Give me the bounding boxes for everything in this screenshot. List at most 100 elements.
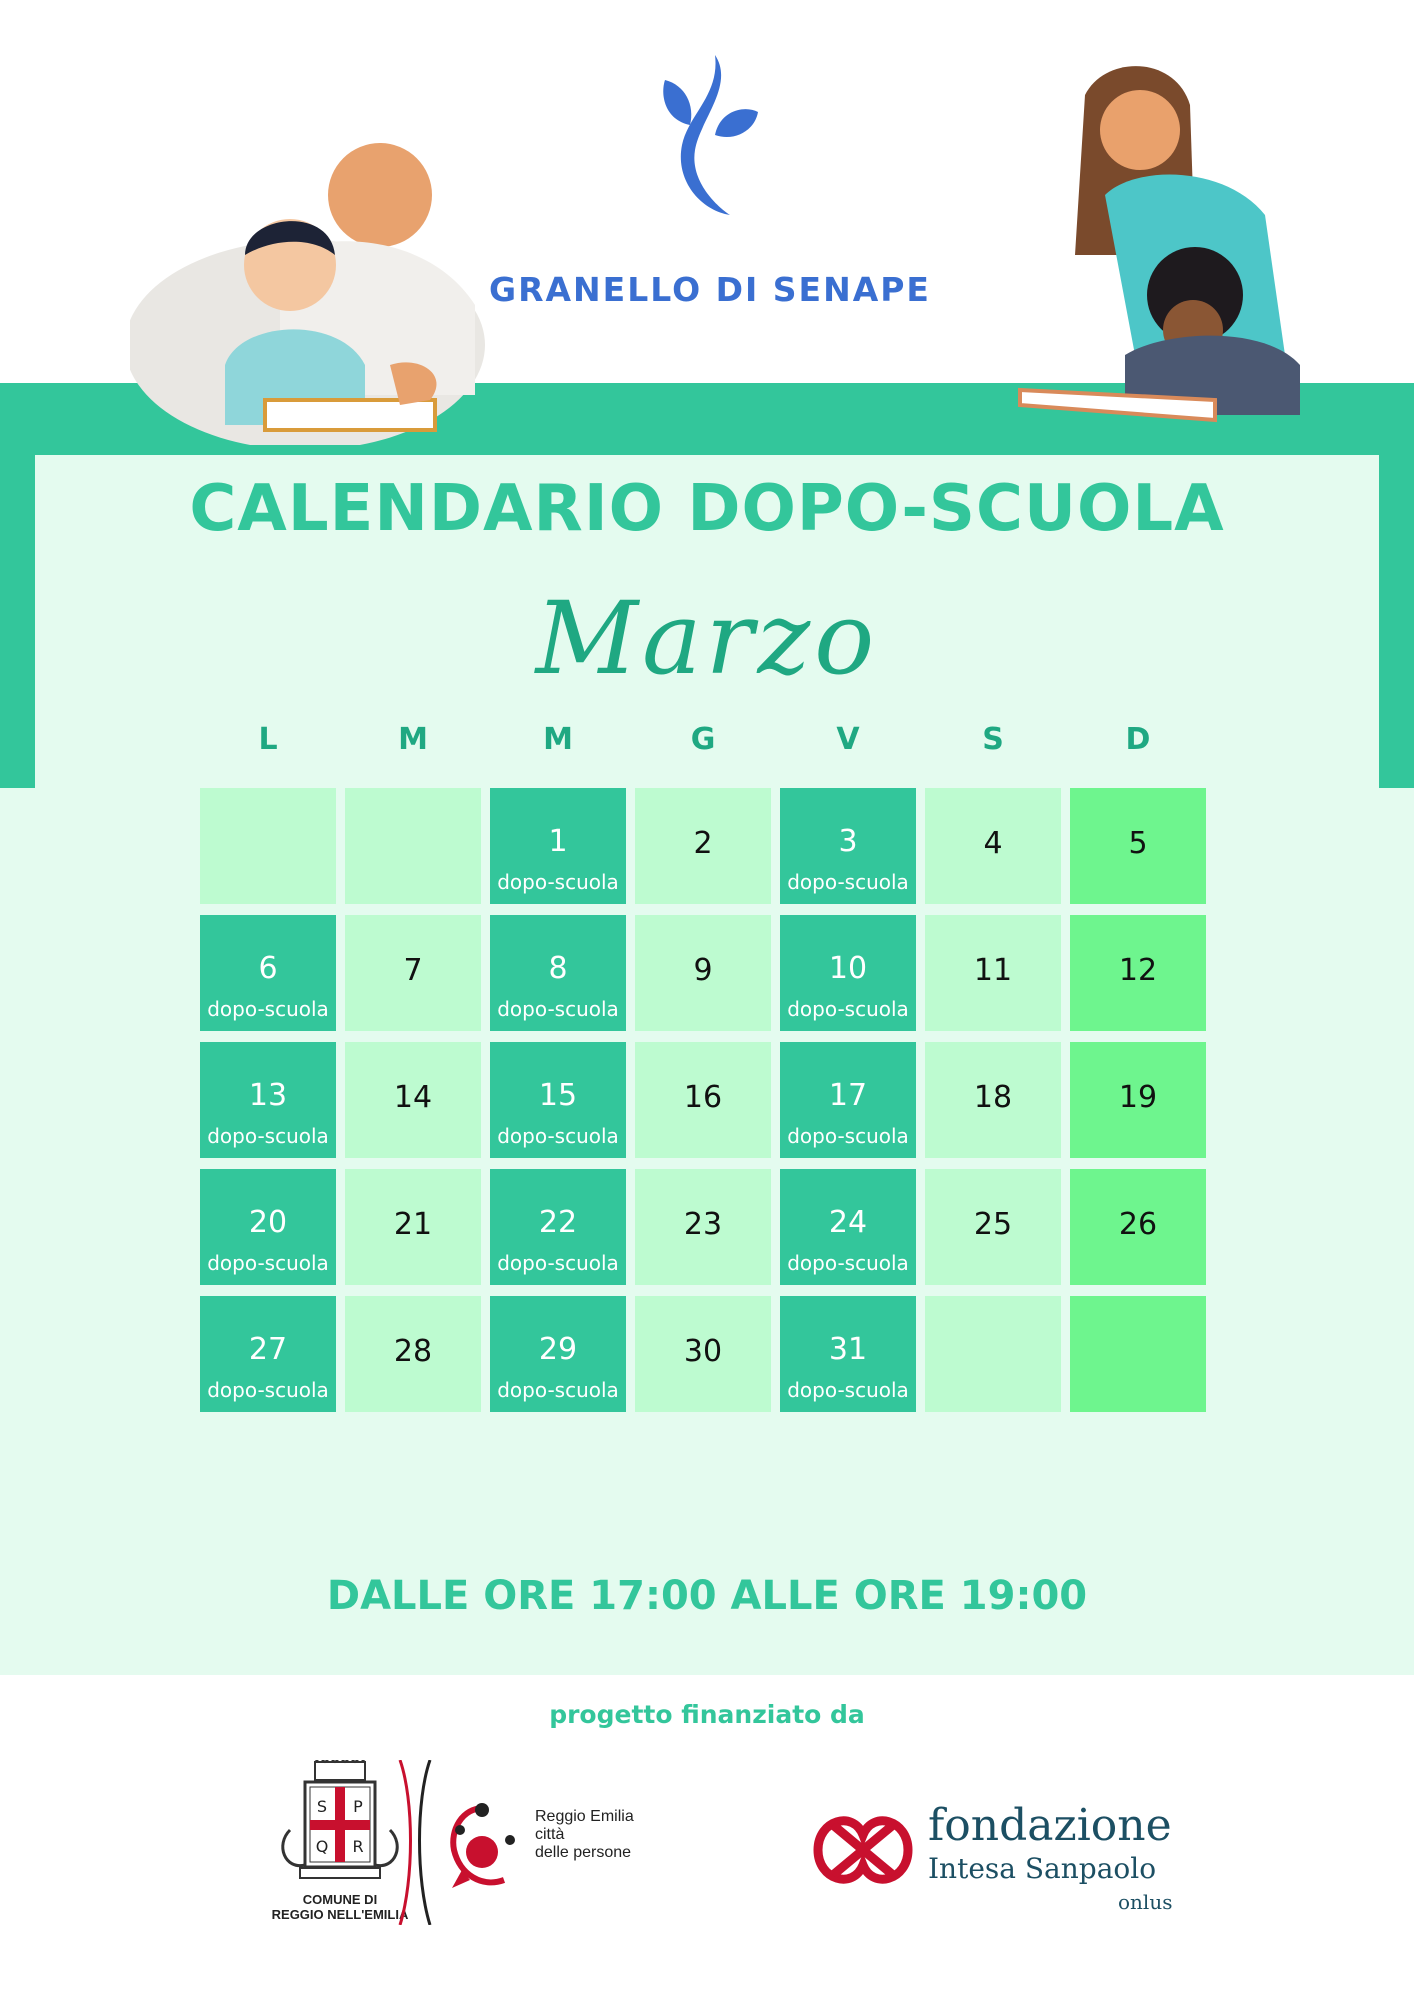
calendar-day-15: 15 dopo-scuola [490,1042,626,1158]
day-number: 2 [693,826,713,861]
comune-sponsor: S P Q R COMUNE DI REGGIO NELL'EMILIA Reg… [270,1756,670,1925]
weekday-header: L M M G V S D [200,722,1220,772]
day-number: 12 [1118,953,1158,988]
weekday-thursday: G [690,722,716,757]
comune-coat-of-arms: S P Q R [281,1756,399,1879]
day-number: 8 [548,951,568,986]
calendar-day-29: 29 dopo-scuola [490,1296,626,1412]
calendar-day-9: 9 [635,915,771,1031]
day-number: 10 [828,951,868,986]
sponsor-divider [398,1760,432,1925]
day-number: 16 [683,1080,723,1115]
calendar-day-2: 2 [635,788,771,904]
calendar-day-10: 10 dopo-scuola [780,915,916,1031]
day-number: 22 [538,1205,578,1240]
seedling-icon [663,55,758,215]
fondazione-sponsor: fondazione Intesa Sanpaolo onlus [808,1800,1208,1920]
calendar-day-11: 11 [925,915,1061,1031]
day-number: 4 [983,826,1003,861]
calendar-day-1: 1 dopo-scuola [490,788,626,904]
re-line2: città [535,1826,565,1843]
day-number: 29 [538,1332,578,1367]
calendar-day-17: 17 dopo-scuola [780,1042,916,1158]
calendar-day-empty [345,788,481,904]
event-label: dopo-scuola [497,1251,619,1275]
day-number: 31 [828,1332,868,1367]
event-label: dopo-scuola [497,1124,619,1148]
mother-child-illustration [1018,66,1300,423]
calendar-day-21: 21 [345,1169,481,1285]
calendar-day-31: 31 dopo-scuola [780,1296,916,1412]
day-number: 28 [393,1334,433,1369]
calendar-day-23: 23 [635,1169,771,1285]
day-number: 20 [248,1205,288,1240]
day-number: 18 [973,1080,1013,1115]
seal-letter-r: R [352,1837,363,1856]
weekday-sunday: D [1125,722,1151,757]
calendar-day-5: 5 [1070,788,1206,904]
day-number: 3 [838,824,858,859]
calendar-day-12: 12 [1070,915,1206,1031]
day-number: 17 [828,1078,868,1113]
reggio-emilia-text: Reggio Emilia città delle persone [535,1808,634,1862]
day-number: 23 [683,1207,723,1242]
re-line1: Reggio Emilia [535,1808,634,1825]
brand-name: GRANELLO DI SENAPE [489,270,931,309]
father-son-illustration [130,143,485,445]
event-label: dopo-scuola [207,1251,329,1275]
event-label: dopo-scuola [497,870,619,894]
day-number: 30 [683,1334,723,1369]
day-number: 14 [393,1080,433,1115]
calendar-day-8: 8 dopo-scuola [490,915,626,1031]
calendar-day-4: 4 [925,788,1061,904]
day-number: 15 [538,1078,578,1113]
calendar-day-27: 27 dopo-scuola [200,1296,336,1412]
calendar-day-19: 19 [1070,1042,1206,1158]
day-number: 25 [973,1207,1013,1242]
day-number: 26 [1118,1207,1158,1242]
brand-logo: GRANELLO DI SENAPE [470,50,950,309]
event-label: dopo-scuola [207,1378,329,1402]
fondazione-onlus: onlus [1118,1890,1173,1914]
event-label: dopo-scuola [787,1124,909,1148]
seal-letter-p: P [353,1797,363,1816]
calendar-day-30: 30 [635,1296,771,1412]
schedule-hours: DALLE ORE 17:00 ALLE ORE 19:00 [326,1573,1088,1619]
calendar-day-7: 7 [345,915,481,1031]
day-number: 27 [248,1332,288,1367]
fondazione-logo-icon [813,1816,913,1884]
day-number: 1 [548,824,568,859]
event-label: dopo-scuola [207,1124,329,1148]
day-number: 9 [693,953,713,988]
weekday-monday: L [258,722,278,757]
day-number: 24 [828,1205,868,1240]
day-number: 5 [1128,826,1148,861]
day-number: 21 [393,1207,433,1242]
page-title: CALENDARIO DOPO-SCUOLA [189,472,1225,546]
weekday-wednesday: M [543,722,573,757]
day-number: 13 [248,1078,288,1113]
calendar-day-13: 13 dopo-scuola [200,1042,336,1158]
comune-line2: REGGIO NELL'EMILIA [271,1907,409,1922]
day-number: 7 [403,953,423,988]
event-label: dopo-scuola [497,997,619,1021]
event-label: dopo-scuola [787,1251,909,1275]
reggio-emilia-logo-icon [450,1803,515,1888]
calendar-day-24: 24 dopo-scuola [780,1169,916,1285]
event-label: dopo-scuola [787,870,909,894]
fondazione-subname: Intesa Sanpaolo [928,1852,1157,1885]
calendar-day-18: 18 [925,1042,1061,1158]
calendar-day-empty [925,1296,1061,1412]
weekday-friday: V [836,722,860,757]
calendar-day-14: 14 [345,1042,481,1158]
calendar-day-22: 22 dopo-scuola [490,1169,626,1285]
calendar-day-20: 20 dopo-scuola [200,1169,336,1285]
funded-by-label: progetto finanziato da [549,1700,865,1729]
seal-letter-s: S [317,1797,327,1816]
calendar-day-6: 6 dopo-scuola [200,915,336,1031]
comune-line1: COMUNE DI [302,1892,378,1907]
event-label: dopo-scuola [207,997,329,1021]
fondazione-name: fondazione [928,1800,1172,1851]
calendar-day-28: 28 [345,1296,481,1412]
comune-name: COMUNE DI REGGIO NELL'EMILIA [270,1892,410,1922]
